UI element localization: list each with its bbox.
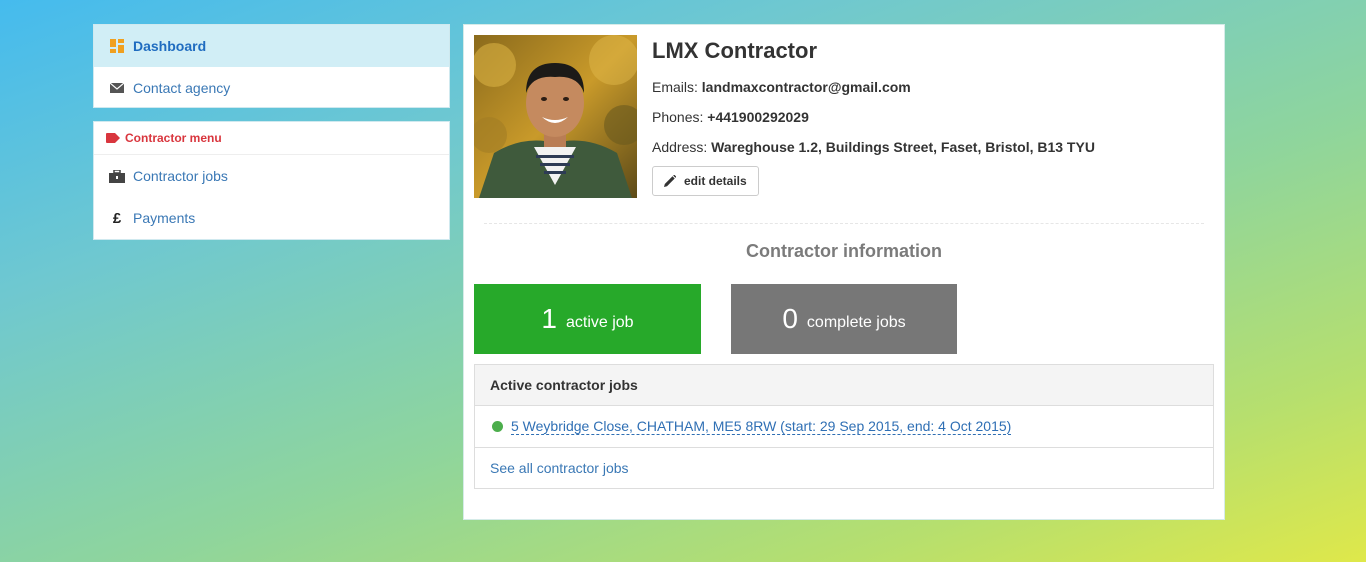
job-link[interactable]: 5 Weybridge Close, CHATHAM, ME5 8RW (sta… (511, 418, 1012, 435)
sidebar-item-label: Contractor jobs (133, 168, 228, 184)
sidebar-item-contractor-jobs[interactable]: Contractor jobs (94, 155, 449, 197)
complete-jobs-count: 0 (782, 303, 798, 334)
complete-jobs-label: complete jobs (806, 313, 906, 331)
sidebar-item-label: Contact agency (133, 80, 231, 96)
pound-icon: £ (112, 209, 122, 227)
list-item: 5 Weybridge Close, CHATHAM, ME5 8RW (sta… (475, 406, 1213, 448)
contractor-profile-panel: LMX Contractor Emails: landmaxcontractor… (463, 24, 1225, 520)
sidebar-item-label: Payments (133, 210, 196, 226)
edit-details-label: edit details (684, 174, 747, 188)
contractor-menu-panel: Contractor menu Contractor jobs £ Paymen… (93, 121, 450, 240)
envelope-icon (108, 83, 126, 93)
address-label: Address: (652, 139, 708, 155)
jobs-footer: See all contractor jobs (475, 448, 1213, 488)
profile-address: Address: Wareghouse 1.2, Buildings Stree… (652, 139, 1095, 155)
pencil-icon (664, 175, 676, 187)
complete-jobs-stat: 0 complete jobs (731, 284, 957, 354)
contractor-menu-header: Contractor menu (94, 122, 449, 155)
emails-value: landmaxcontractor@gmail.com (701, 79, 911, 95)
see-all-jobs-link[interactable]: See all contractor jobs (490, 460, 629, 476)
active-jobs-header: Active contractor jobs (475, 365, 1213, 406)
contractor-information-title: Contractor information (746, 241, 942, 261)
phones-value: +441900292029 (707, 109, 809, 125)
phones-label: Phones: (652, 109, 704, 125)
active-jobs-count: 1 (541, 303, 557, 334)
active-jobs-list: Active contractor jobs 5 Weybridge Close… (474, 364, 1214, 489)
status-dot-icon (492, 421, 503, 432)
edit-details-button[interactable]: edit details (652, 166, 759, 196)
profile-name: LMX Contractor (652, 38, 817, 63)
sidebar-item-contact-agency[interactable]: Contact agency (94, 67, 449, 109)
sidebar-item-label: Dashboard (133, 38, 207, 54)
emails-label: Emails: (652, 79, 698, 95)
active-jobs-label: active job (565, 313, 634, 331)
sidebar-item-payments[interactable]: £ Payments (94, 197, 449, 239)
avatar (474, 35, 637, 198)
main-nav-panel: Dashboard Contact agency (93, 24, 450, 108)
briefcase-icon (108, 169, 126, 183)
sidebar-item-dashboard[interactable]: Dashboard (94, 25, 449, 67)
profile-phones: Phones: +441900292029 (652, 109, 809, 125)
active-jobs-stat: 1 active job (474, 284, 701, 354)
profile-emails: Emails: landmaxcontractor@gmail.com (652, 79, 911, 95)
dashboard-icon (108, 39, 126, 53)
contractor-menu-title: Contractor menu (125, 131, 222, 145)
divider (484, 223, 1204, 224)
tag-icon (106, 133, 120, 143)
address-value: Wareghouse 1.2, Buildings Street, Faset,… (711, 139, 1095, 155)
